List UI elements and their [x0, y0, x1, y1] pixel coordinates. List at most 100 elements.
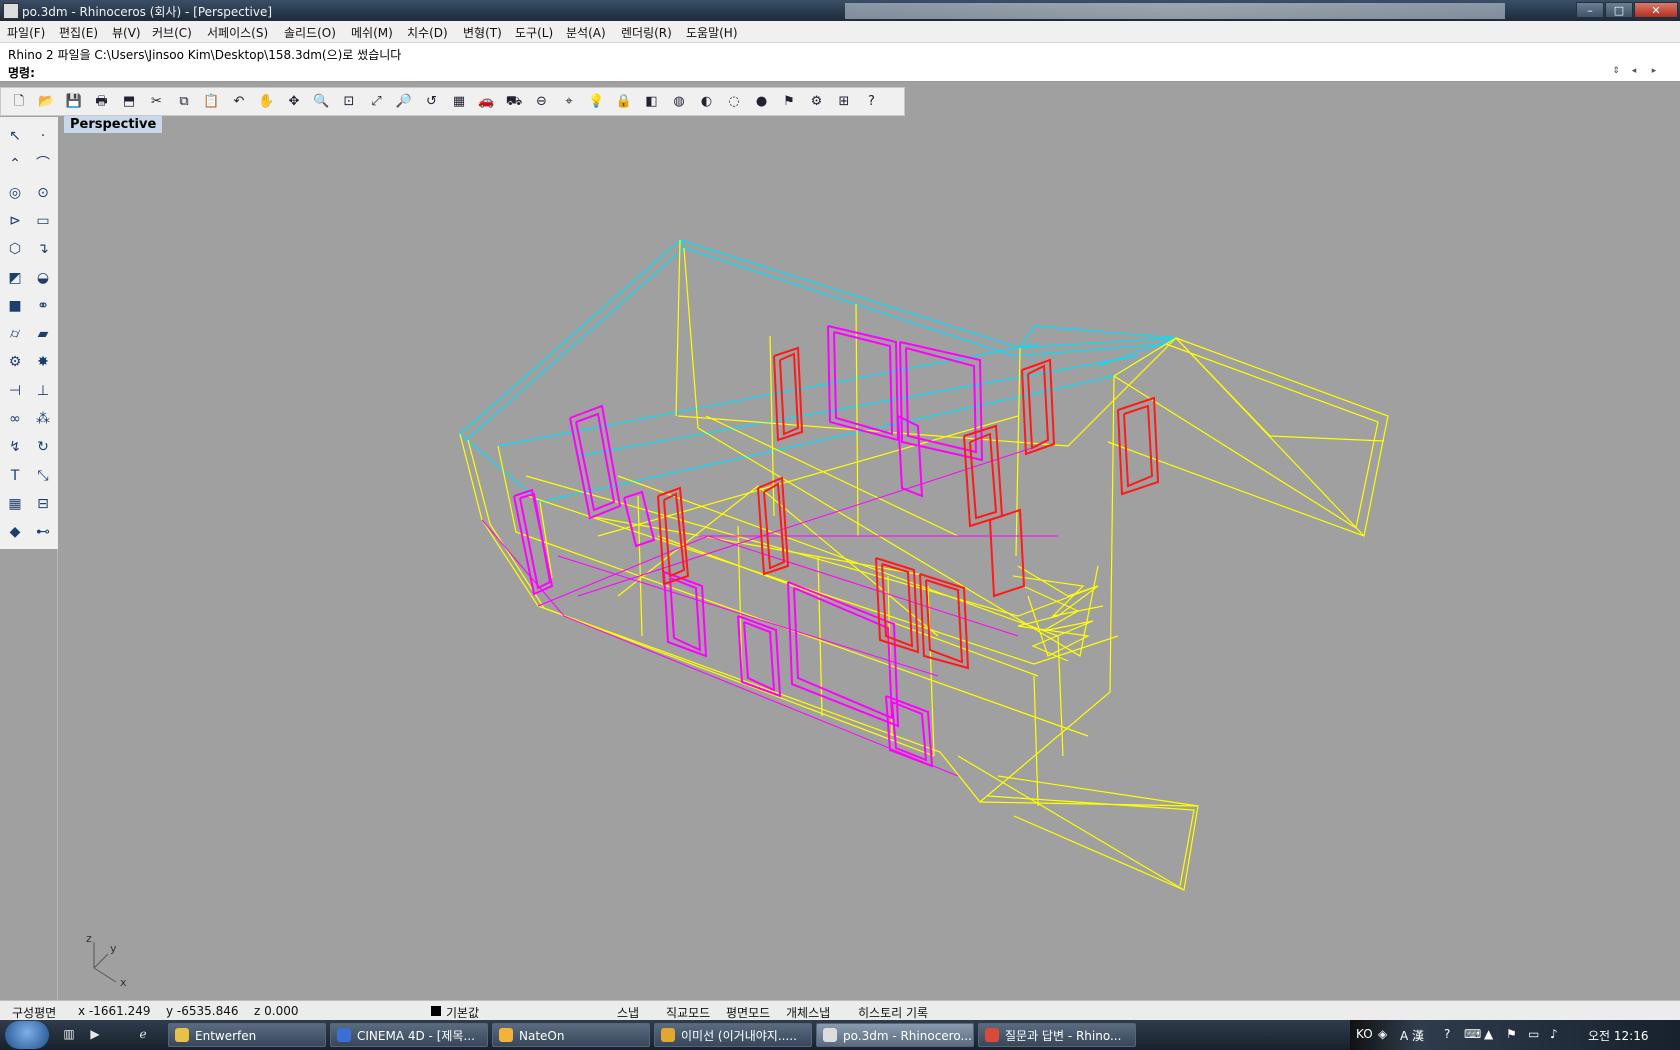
command-line[interactable]: 명령: ⇕ ◂ ▸	[0, 63, 1680, 82]
print-icon[interactable]: 🖶	[92, 92, 112, 112]
zoom-extents-icon[interactable]: ⤢	[367, 92, 387, 112]
status-cplane[interactable]: 구성평면	[12, 1004, 56, 1021]
menu-render[interactable]: 렌더링(R)	[621, 24, 672, 41]
tray-language[interactable]: KO	[1356, 1027, 1373, 1041]
cylinder-icon[interactable]: ⌭	[4, 323, 26, 345]
ortho-toggle[interactable]: 직교모드	[666, 1004, 710, 1021]
wireframe-model[interactable]: z y x	[58, 116, 1680, 1000]
color-wheel-icon[interactable]: ◍	[669, 92, 689, 112]
plane-surface-icon[interactable]: ▰	[32, 323, 54, 345]
menu-file[interactable]: 파일(F)	[7, 24, 45, 41]
snap-toggle[interactable]: 스냅	[617, 1004, 639, 1021]
taskbar-window-button[interactable]: 이미선 (이거내야지.....	[654, 1023, 812, 1047]
menu-curve[interactable]: 커브(C)	[152, 24, 192, 41]
group-icon[interactable]: ⁂	[32, 408, 54, 430]
light-icon[interactable]: 💡	[587, 92, 607, 112]
explode-icon[interactable]: ✸	[32, 351, 54, 373]
gear-tool-icon[interactable]: ⚙	[4, 351, 26, 373]
open-icon[interactable]: 📂	[37, 92, 57, 112]
shaded-icon[interactable]: ◌	[724, 92, 744, 112]
copy-icon[interactable]: ⧉	[174, 92, 194, 112]
tray-flag-icon[interactable]: ⚑	[1506, 1027, 1517, 1041]
menu-tools[interactable]: 도구(L)	[515, 24, 553, 41]
menu-solid[interactable]: 솔리드(O)	[284, 24, 336, 41]
history-toggle[interactable]: 히스토리 기록	[858, 1004, 928, 1021]
revolve-icon[interactable]: ◒	[32, 267, 54, 289]
minimize-button[interactable]: –	[1576, 2, 1604, 18]
tray-volume-icon[interactable]: ♪	[1550, 1027, 1558, 1041]
menu-mesh[interactable]: 메쉬(M)	[351, 24, 393, 41]
tray-monitor-icon[interactable]: ▭	[1528, 1027, 1539, 1041]
perspective-viewport[interactable]: Perspective z y x	[58, 116, 1680, 1000]
import-icon[interactable]: ⬒	[119, 92, 139, 112]
fillet-curve-icon[interactable]: ↴	[32, 238, 54, 260]
taskbar-window-button[interactable]: Entwerfen	[168, 1023, 326, 1047]
menu-view[interactable]: 뷰(V)	[112, 24, 141, 41]
zoom-selected-icon[interactable]: 🔎	[394, 92, 414, 112]
box-solid-icon[interactable]: ■	[4, 295, 26, 317]
four-viewports-icon[interactable]: ▦	[449, 92, 469, 112]
ellipse-icon[interactable]: ⊙	[32, 182, 54, 204]
menu-edit[interactable]: 편집(E)	[59, 24, 98, 41]
media-player-icon[interactable]: ▶	[86, 1025, 104, 1043]
internet-explorer-icon[interactable]: ℯ	[134, 1025, 152, 1043]
close-button[interactable]: ✕	[1634, 2, 1678, 18]
menu-analyze[interactable]: 분석(A)	[566, 24, 606, 41]
circle-icon[interactable]: ◎	[4, 182, 26, 204]
tray-ime[interactable]: A 漢	[1400, 1027, 1424, 1044]
dimension-icon[interactable]: ⊞	[834, 92, 854, 112]
pick-icon[interactable]: ⚑	[779, 92, 799, 112]
array-icon[interactable]: ▦	[4, 493, 26, 515]
tray-network-icon[interactable]: ◈	[1378, 1027, 1387, 1041]
taskbar-window-button[interactable]: po.3dm - Rhinocero...	[816, 1023, 974, 1047]
tray-expand-icon[interactable]: ▲	[1484, 1027, 1493, 1041]
pan-icon[interactable]: ✋	[257, 92, 277, 112]
curve-icon[interactable]: ⌒	[32, 153, 54, 175]
polygon-icon[interactable]: ⬡	[4, 238, 26, 260]
scroll-left-icon[interactable]: ◂	[1628, 65, 1640, 77]
planar-toggle[interactable]: 평면모드	[726, 1004, 770, 1021]
snap-grid-icon[interactable]: ⌖	[559, 92, 579, 112]
cplane-icon[interactable]: ⊖	[532, 92, 552, 112]
menu-transform[interactable]: 변형(T)	[463, 24, 502, 41]
options-icon[interactable]: ⚙	[807, 92, 827, 112]
paste-icon[interactable]: 📋	[202, 92, 222, 112]
rhino-app-icon[interactable]	[3, 3, 19, 19]
wireframe-icon[interactable]: ◐	[697, 92, 717, 112]
undo-icon[interactable]: ↶	[229, 92, 249, 112]
surface-icon[interactable]: ◩	[4, 267, 26, 289]
solid-box-icon[interactable]: ◆	[4, 521, 26, 543]
taskbar-window-button[interactable]: CINEMA 4D - [제목...	[330, 1023, 488, 1047]
point-icon[interactable]: ·	[32, 125, 54, 147]
osnap-toggle[interactable]: 개체스냅	[786, 1004, 830, 1021]
lock-icon[interactable]: 🔒	[614, 92, 634, 112]
scroll-up-down-icon[interactable]: ⇕	[1610, 65, 1622, 77]
scroll-right-icon[interactable]: ▸	[1648, 65, 1660, 77]
select-arrow-icon[interactable]: ↖	[4, 125, 26, 147]
taskbar-window-button[interactable]: 질문과 답변 - Rhino...	[978, 1023, 1136, 1047]
boolean-icon[interactable]: ⚭	[32, 295, 54, 317]
split-icon[interactable]: ⊣	[4, 380, 26, 402]
text-icon[interactable]: T	[4, 465, 26, 487]
start-button[interactable]	[5, 1021, 49, 1049]
save-icon[interactable]: 💾	[64, 92, 84, 112]
undo-view-icon[interactable]: ↺	[422, 92, 442, 112]
help-icon[interactable]: ?	[862, 92, 882, 112]
zoom-icon[interactable]: 🔍	[312, 92, 332, 112]
status-layer[interactable]: 기본값	[446, 1004, 479, 1021]
measure-icon[interactable]: ⊷	[32, 521, 54, 543]
taskbar-window-button[interactable]: NateOn	[492, 1023, 650, 1047]
render-sphere-icon[interactable]: ●	[752, 92, 772, 112]
sweep-icon[interactable]: ↯	[4, 436, 26, 458]
align-icon[interactable]: ⊟	[32, 493, 54, 515]
car-icon[interactable]: 🚗	[477, 92, 497, 112]
menu-help[interactable]: 도움말(H)	[686, 24, 738, 41]
tray-clock[interactable]: 오전 12:16	[1588, 1027, 1648, 1044]
layer-icon[interactable]: ◧	[642, 92, 662, 112]
trim-icon[interactable]: ⊥	[32, 380, 54, 402]
scale-icon[interactable]: ⤡	[32, 465, 54, 487]
join-icon[interactable]: ∞	[4, 408, 26, 430]
polyline-icon[interactable]: ⌃	[4, 153, 26, 175]
zoom-window-icon[interactable]: ⊡	[339, 92, 359, 112]
rectangle-icon[interactable]: ▭	[32, 210, 54, 232]
